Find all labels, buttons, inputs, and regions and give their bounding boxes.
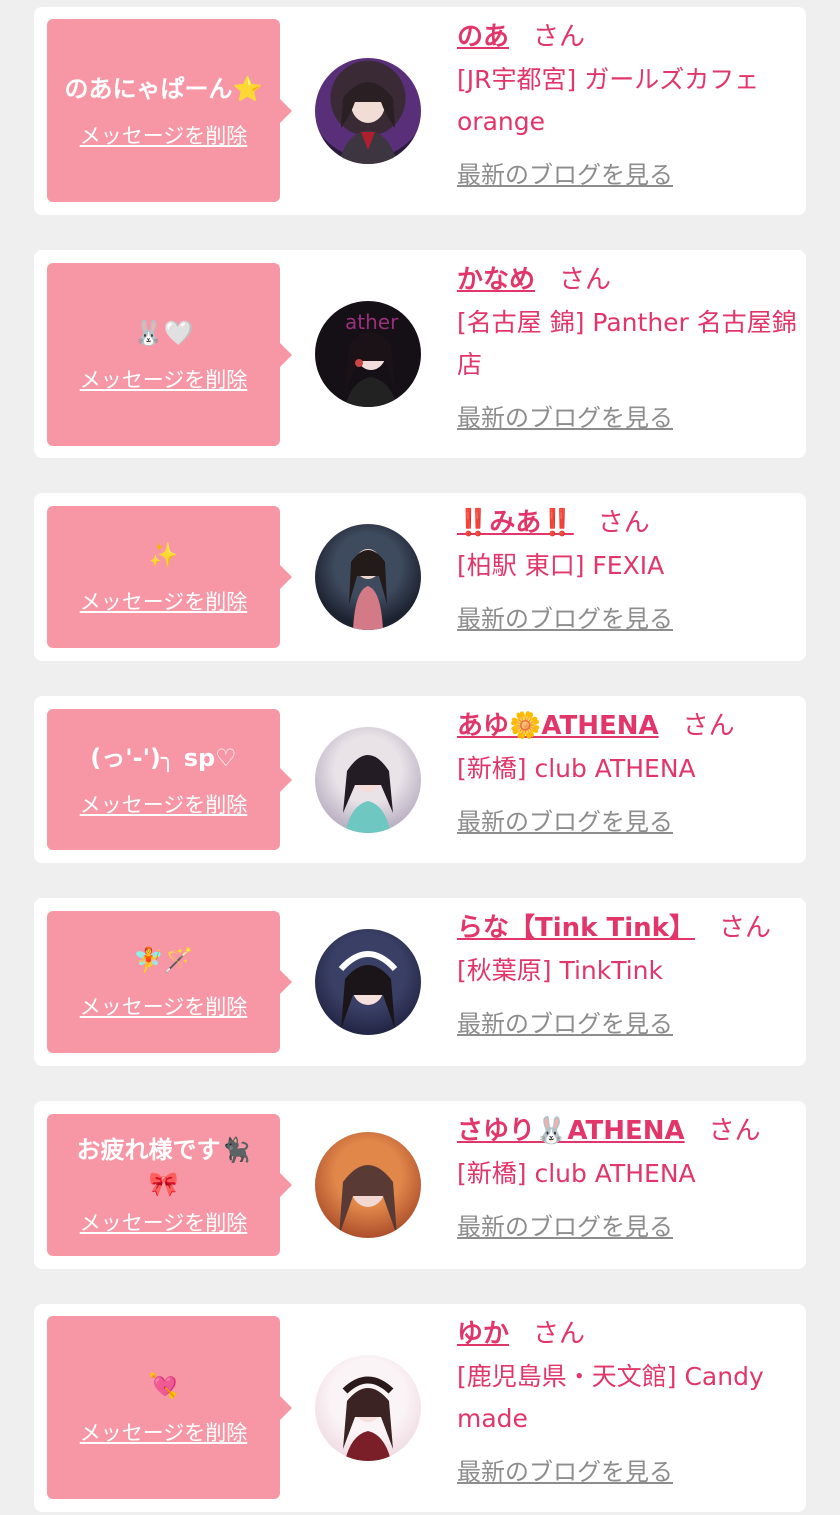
cast-name-link[interactable]: さゆり🐰ATHENA — [457, 1116, 685, 1146]
message-text: (っ'-')╮ sp♡ — [90, 743, 237, 772]
avatar-photo — [339, 82, 397, 164]
latest-blog-link[interactable]: 最新のブログを見る — [457, 1452, 673, 1487]
shop-name: [鹿児島県・天文館] Candy made — [457, 1362, 764, 1433]
cast-name-link[interactable]: ゆか — [457, 1319, 509, 1349]
honorific: さん — [597, 508, 650, 538]
cast-name-link[interactable]: のあ — [457, 22, 509, 52]
list-item: (っ'-')╮ sp♡ メッセージを削除 あゆ🌼ATHENA さん [新橋] cl… — [34, 696, 806, 863]
shop-name: [柏駅 東口] FEXIA — [457, 551, 665, 580]
svg-text:ather: ather — [345, 310, 399, 334]
latest-blog-link[interactable]: 最新のブログを見る — [457, 802, 673, 837]
message-text: お疲れ様です🐈‍⬛ — [76, 1136, 251, 1164]
avatar-photo — [343, 755, 393, 833]
honorific: さん — [559, 265, 612, 295]
message-bubble: 🐰🤍 メッセージを削除 — [47, 263, 292, 446]
cast-name-link[interactable]: かなめ — [457, 265, 535, 295]
latest-blog-link[interactable]: 最新のブログを見る — [457, 599, 673, 634]
delete-message-link[interactable]: メッセージを削除 — [80, 991, 248, 1021]
avatar[interactable] — [315, 524, 421, 630]
list-item: 🧚🪄 メッセージを削除 らな【Tink Tink】 さん [秋葉原] TinkTi… — [34, 898, 806, 1066]
latest-blog-link[interactable]: 最新のブログを見る — [457, 1207, 673, 1242]
profile-info: あゆ🌼ATHENA さん [新橋] club ATHENA 最新のブログを見る — [457, 708, 797, 837]
message-list: のあにゃぱーん⭐ メッセージを削除 のあ さん [JR宇都宮] ガールズカフェ o… — [0, 0, 840, 1515]
message-text: ✨ — [148, 541, 179, 569]
latest-blog-link[interactable]: 最新のブログを見る — [457, 155, 673, 190]
delete-message-link[interactable]: メッセージを削除 — [80, 1207, 248, 1237]
honorific: さん — [682, 711, 735, 741]
shop-name: [新橋] club ATHENA — [457, 754, 696, 783]
shop-name: [新橋] club ATHENA — [457, 1159, 696, 1188]
message-bubble: 💘 メッセージを削除 — [47, 1316, 292, 1499]
honorific: さん — [718, 913, 771, 943]
profile-info: ‼️みあ‼️ さん [柏駅 東口] FEXIA 最新のブログを見る — [457, 505, 797, 634]
message-bubble: 🧚🪄 メッセージを削除 — [47, 911, 292, 1053]
profile-info: らな【Tink Tink】 さん [秋葉原] TinkTink 最新のブログを見る — [457, 910, 797, 1039]
list-item: ✨ メッセージを削除 ‼️みあ‼️ さん [柏駅 東口] FEXIA 最新のブログ… — [34, 493, 806, 661]
avatar[interactable]: ather — [315, 301, 421, 407]
avatar[interactable] — [315, 929, 421, 1035]
avatar-photo: ather — [345, 310, 399, 407]
latest-blog-link[interactable]: 最新のブログを見る — [457, 1004, 673, 1039]
delete-message-link[interactable]: メッセージを削除 — [80, 789, 248, 819]
message-text-line-2: 🎀 — [148, 1170, 179, 1198]
latest-blog-link[interactable]: 最新のブログを見る — [457, 398, 673, 433]
profile-info: さゆり🐰ATHENA さん [新橋] club ATHENA 最新のブログを見る — [457, 1113, 797, 1242]
cast-name-link[interactable]: ‼️みあ‼️ — [457, 508, 574, 538]
avatar[interactable] — [315, 1355, 421, 1461]
avatar[interactable] — [315, 727, 421, 833]
cast-name-link[interactable]: らな【Tink Tink】 — [457, 913, 695, 943]
honorific: さん — [533, 1319, 586, 1349]
message-text: 🐰🤍 — [133, 318, 194, 347]
delete-message-link[interactable]: メッセージを削除 — [80, 1417, 248, 1447]
avatar[interactable] — [315, 1132, 421, 1238]
list-item: お疲れ様です🐈‍⬛ 🎀 メッセージを削除 さゆり🐰ATHENA さん [新橋] c… — [34, 1101, 806, 1269]
message-text: 💘 — [148, 1371, 179, 1400]
message-bubble: ✨ メッセージを削除 — [47, 506, 292, 648]
list-item: のあにゃぱーん⭐ メッセージを削除 のあ さん [JR宇都宮] ガールズカフェ o… — [34, 7, 806, 215]
shop-name: [JR宇都宮] ガールズカフェ orange — [457, 65, 760, 136]
profile-info: かなめ さん [名古屋 錦] Panther 名古屋錦店 最新のブログを見る — [457, 262, 797, 433]
list-item: 💘 メッセージを削除 ゆか さん [鹿児島県・天文館] Candy made 最新… — [34, 1304, 806, 1512]
avatar-photo — [338, 951, 398, 1029]
message-bubble: お疲れ様です🐈‍⬛ 🎀 メッセージを削除 — [47, 1114, 292, 1256]
avatar-photo — [349, 549, 387, 630]
profile-info: のあ さん [JR宇都宮] ガールズカフェ orange 最新のブログを見る — [457, 19, 797, 190]
delete-message-link[interactable]: メッセージを削除 — [80, 364, 248, 394]
message-bubble: (っ'-')╮ sp♡ メッセージを削除 — [47, 709, 292, 850]
honorific: さん — [708, 1116, 761, 1146]
delete-message-link[interactable]: メッセージを削除 — [80, 120, 248, 150]
message-bubble: のあにゃぱーん⭐ メッセージを削除 — [47, 19, 292, 202]
delete-message-link[interactable]: メッセージを削除 — [80, 586, 248, 616]
shop-name: [名古屋 錦] Panther 名古屋錦店 — [457, 308, 797, 379]
cast-name-link[interactable]: あゆ🌼ATHENA — [457, 711, 659, 741]
list-item: 🐰🤍 メッセージを削除 ather かなめ さん [名古屋 錦] Panther … — [34, 250, 806, 458]
avatar-photo — [342, 1376, 394, 1461]
avatar-photo — [339, 1165, 397, 1236]
shop-name: [秋葉原] TinkTink — [457, 956, 663, 985]
message-text: のあにゃぱーん⭐ — [64, 74, 263, 103]
profile-info: ゆか さん [鹿児島県・天文館] Candy made 最新のブログを見る — [457, 1316, 797, 1487]
honorific: さん — [533, 22, 586, 52]
avatar[interactable] — [315, 58, 421, 164]
message-text: 🧚🪄 — [133, 946, 194, 974]
